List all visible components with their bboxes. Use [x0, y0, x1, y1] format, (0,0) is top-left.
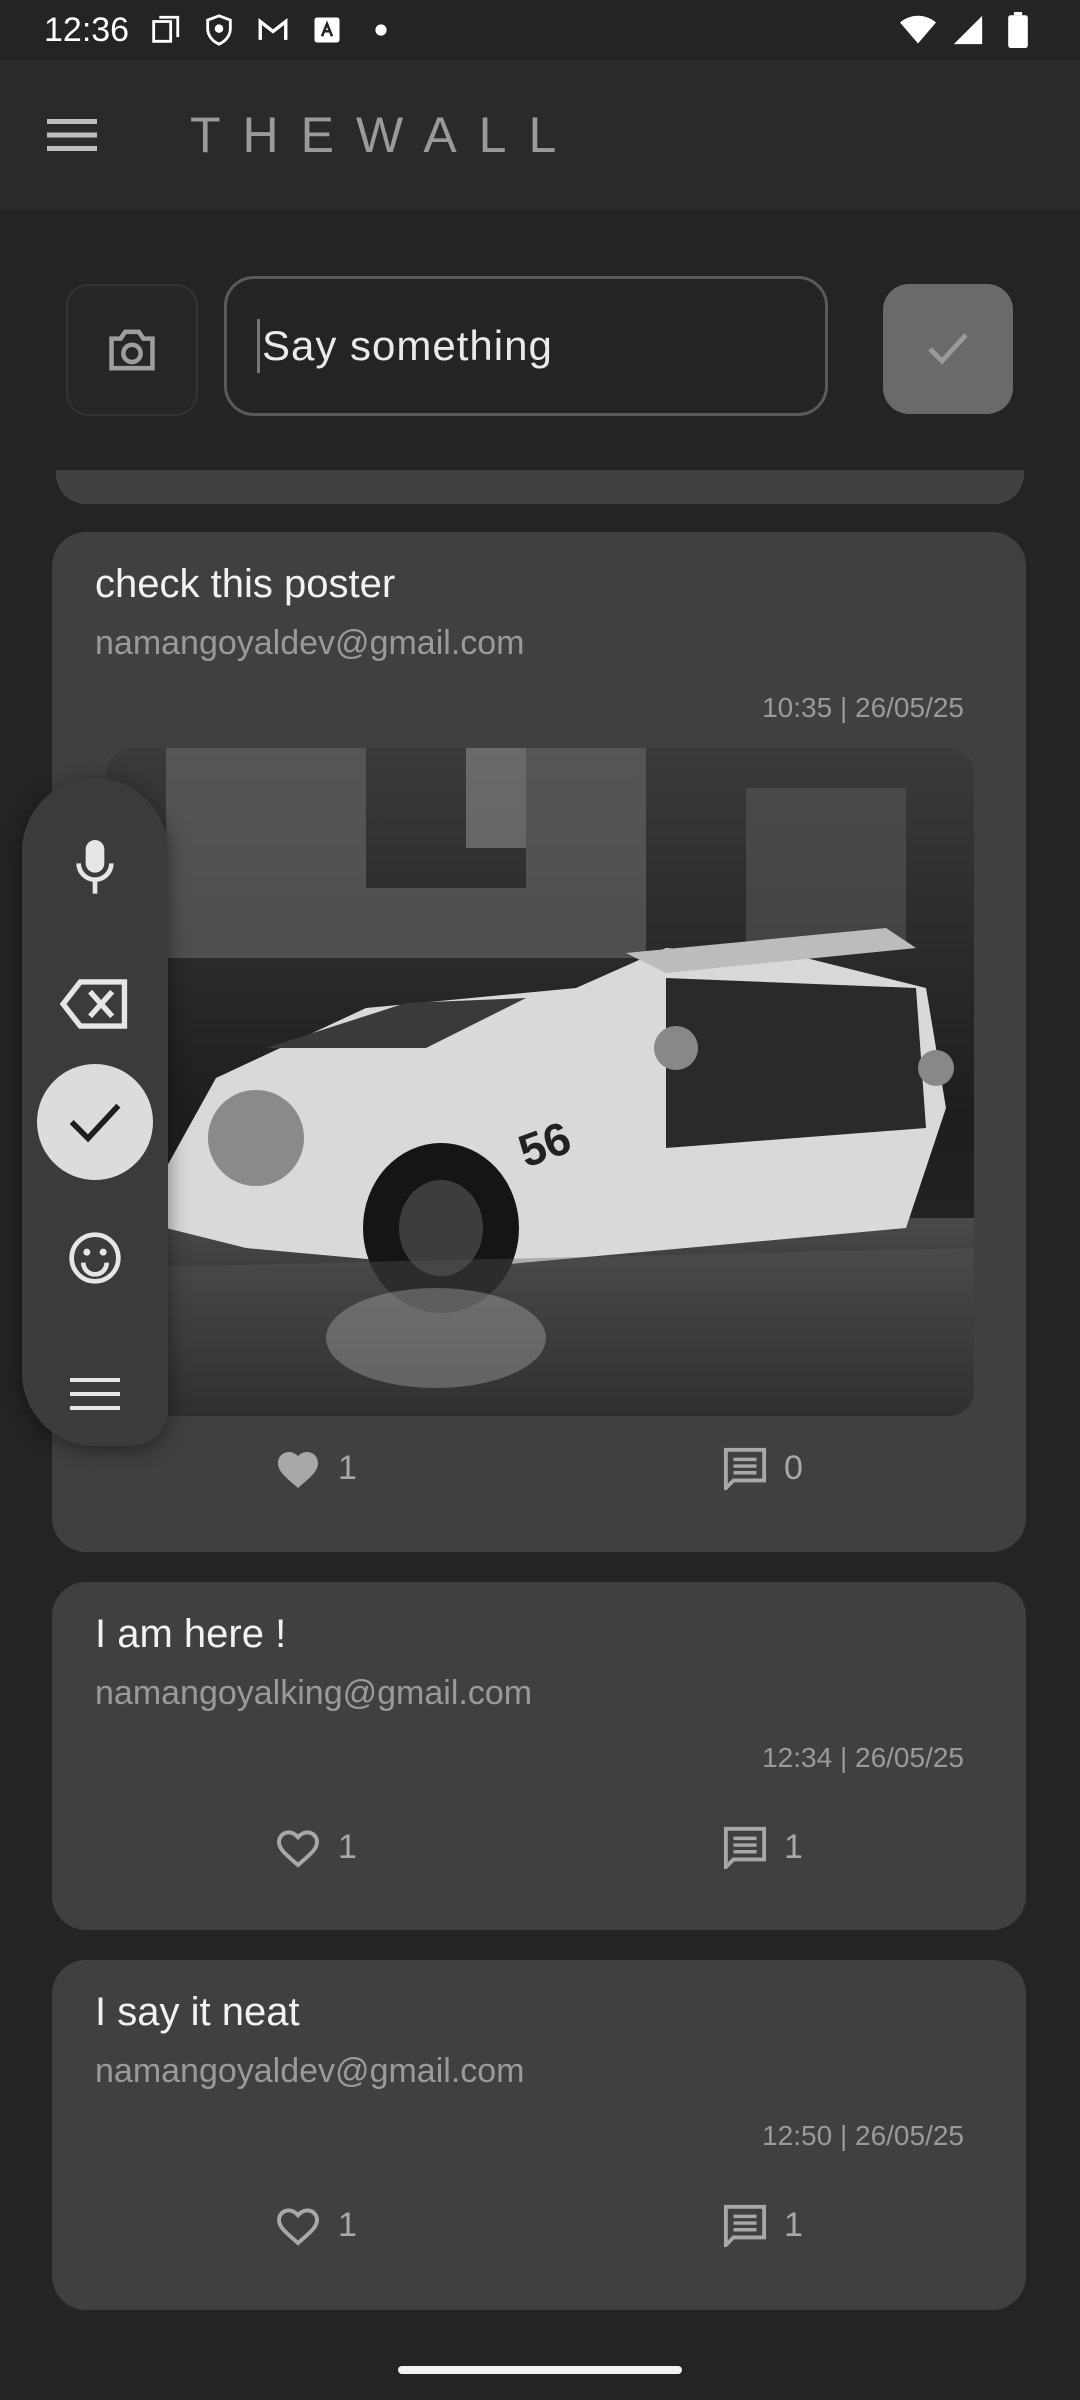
camera-button[interactable] [66, 284, 198, 416]
comment-count: 1 [784, 1827, 803, 1866]
screenshot-notification-icon [147, 12, 183, 48]
like-count: 1 [338, 2205, 357, 2244]
camera-icon [109, 329, 155, 371]
status-bar: 12:36 [0, 0, 1080, 60]
like-count: 1 [338, 1448, 357, 1487]
mic-icon [76, 840, 114, 894]
comment-button[interactable]: 1 [722, 1825, 803, 1869]
heart-filled-icon [278, 1452, 318, 1488]
post-title: I say it neat [95, 1990, 300, 2034]
status-time: 12:36 [44, 10, 130, 49]
post-image[interactable]: 56 [106, 748, 974, 1416]
comment-icon [723, 1826, 767, 1869]
like-button[interactable]: 1 [274, 1825, 357, 1869]
previous-post-card-edge [56, 470, 1024, 504]
post-actions: 1 1 [52, 2203, 1026, 2273]
wifi-icon [900, 12, 936, 48]
like-button[interactable]: 1 [274, 1446, 357, 1490]
post-card: check this poster namangoyaldev@gmail.co… [52, 532, 1026, 1552]
post-card: I say it neat namangoyaldev@gmail.com 12… [52, 1960, 1026, 2310]
text-cursor [257, 319, 260, 373]
home-indicator[interactable] [398, 2366, 682, 2374]
done-button[interactable] [37, 1064, 153, 1180]
menu-icon [70, 1378, 120, 1410]
backspace-icon [60, 979, 128, 1029]
post-timestamp: 10:35 | 26/05/25 [762, 692, 964, 723]
comment-button[interactable]: 0 [722, 1446, 803, 1490]
comment-count: 0 [784, 1448, 803, 1487]
app-title: THEWALL [190, 107, 579, 163]
shield-icon [201, 12, 237, 48]
post-author-email: namangoyaldev@gmail.com [95, 2052, 525, 2090]
battery-icon [1000, 12, 1036, 48]
font-app-icon [309, 12, 345, 48]
post-card: I am here ! namangoyalking@gmail.com 12:… [52, 1582, 1026, 1930]
backspace-button[interactable] [37, 946, 153, 1062]
post-input-placeholder: Say something [262, 322, 553, 369]
heart-outline-icon [276, 1830, 320, 1868]
check-icon [69, 1103, 121, 1143]
post-author-email: namangoyalking@gmail.com [95, 1674, 533, 1712]
post-actions: 1 0 [52, 1446, 1026, 1516]
post-composer: Say something [0, 270, 1080, 420]
post-author-email: namangoyaldev@gmail.com [95, 624, 525, 662]
comment-icon [723, 2204, 767, 2247]
post-timestamp: 12:50 | 26/05/25 [762, 2120, 964, 2151]
like-count: 1 [338, 1827, 357, 1866]
comment-count: 1 [784, 2205, 803, 2244]
notification-dot-icon [363, 12, 399, 48]
keyboard-side-toolbar [22, 778, 168, 1446]
keyboard-menu-button[interactable] [37, 1336, 153, 1452]
voice-input-button[interactable] [37, 810, 153, 926]
hamburger-icon [47, 119, 97, 151]
gmail-icon [255, 12, 291, 48]
submit-post-button[interactable] [883, 284, 1013, 414]
app-bar: THEWALL [0, 60, 1080, 210]
comment-icon [723, 1447, 767, 1490]
emoji-icon [69, 1232, 121, 1284]
post-title: check this poster [95, 562, 396, 606]
like-button[interactable]: 1 [274, 2203, 357, 2247]
comment-button[interactable]: 1 [722, 2203, 803, 2247]
race-car-photo: 56 [106, 748, 974, 1416]
post-title: I am here ! [95, 1612, 287, 1656]
heart-outline-icon [276, 2208, 320, 2246]
emoji-button[interactable] [37, 1200, 153, 1316]
check-icon [928, 333, 968, 365]
post-timestamp: 12:34 | 26/05/25 [762, 1742, 964, 1773]
signal-icon [950, 12, 986, 48]
post-input[interactable]: Say something [224, 276, 828, 416]
post-actions: 1 1 [52, 1825, 1026, 1895]
menu-button[interactable] [44, 107, 100, 163]
